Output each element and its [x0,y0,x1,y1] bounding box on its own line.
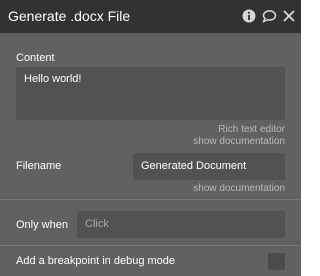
info-icon[interactable] [241,8,257,24]
filename-show-documentation-link[interactable]: show documentation [193,183,285,195]
breakpoint-checkbox[interactable] [268,253,285,270]
filename-input[interactable]: Generated Document [133,153,285,180]
property-editor-panel: Generate .docx File Content Hello world!… [0,0,301,276]
comment-icon[interactable] [261,8,277,24]
only-when-label: Only when [16,219,68,231]
section-divider [0,245,301,246]
title-bar[interactable]: Generate .docx File [0,0,301,33]
title-bar-icons [241,8,297,24]
filename-label: Filename [16,160,62,172]
rich-text-editor-link[interactable]: Rich text editor [218,124,285,136]
section-divider [0,199,301,200]
only-when-condition-input[interactable]: Click [77,211,285,238]
breakpoint-label: Add a breakpoint in debug mode [16,255,176,267]
content-textarea[interactable]: Hello world! [16,67,285,120]
content-label: Content [16,52,55,64]
close-icon[interactable] [281,8,297,24]
content-show-documentation-link[interactable]: show documentation [193,136,285,148]
panel-title: Generate .docx File [8,8,131,24]
